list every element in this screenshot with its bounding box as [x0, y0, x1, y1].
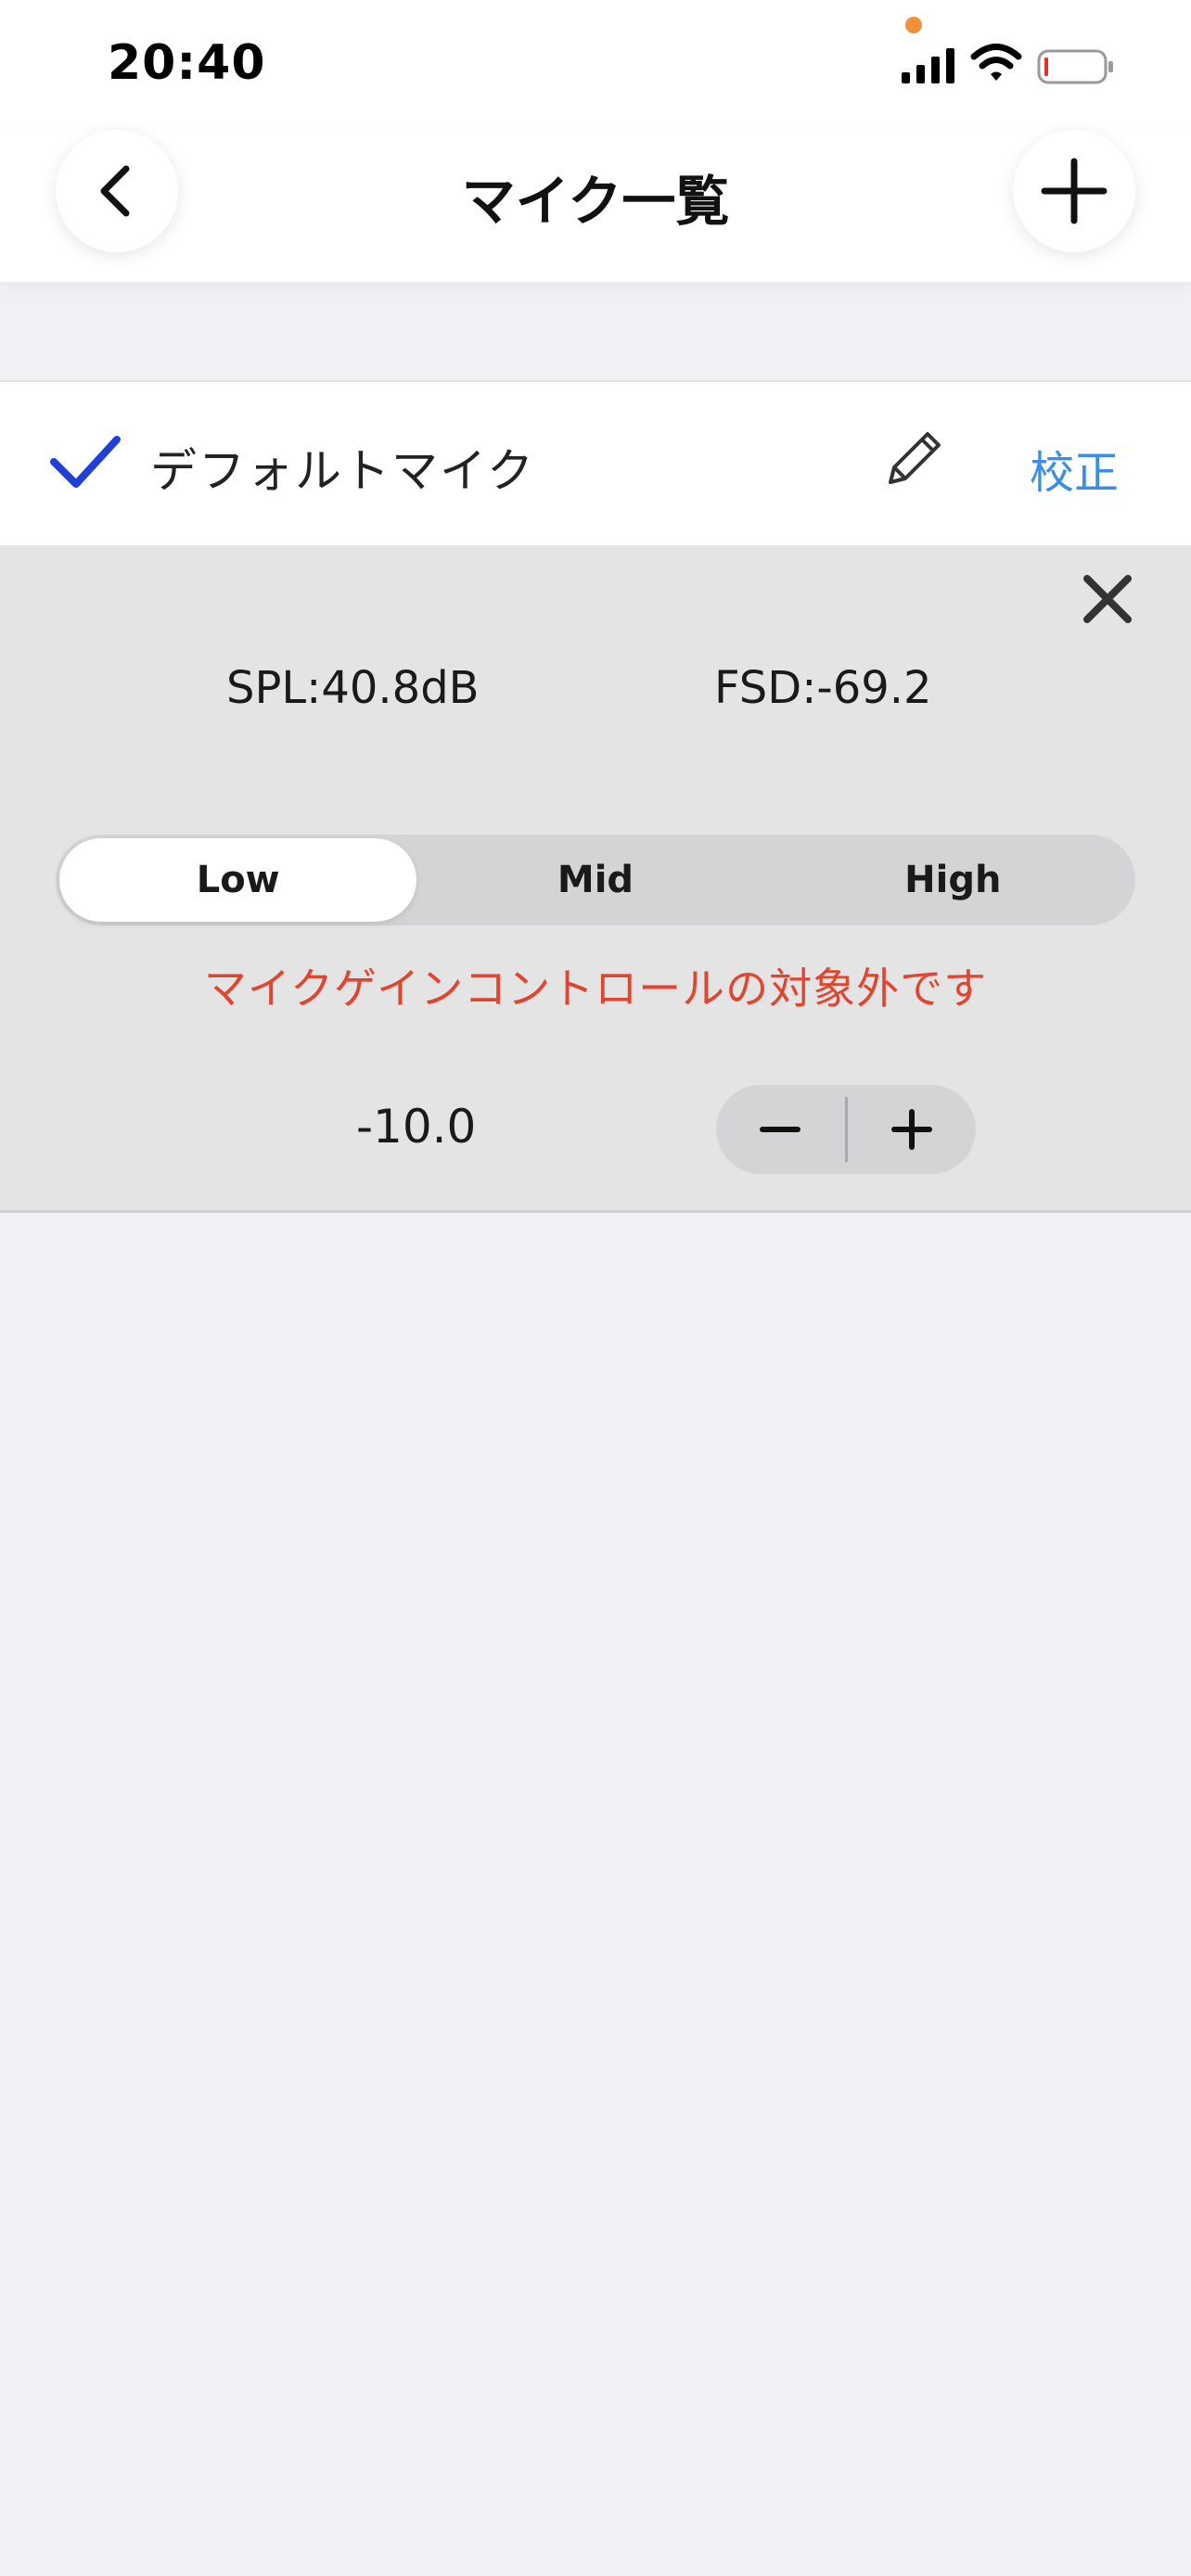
status-bar: 20:40	[0, 0, 1191, 130]
cellular-signal-icon	[902, 48, 954, 83]
calibrate-button[interactable]: 校正	[1030, 436, 1119, 501]
checkmark-icon	[50, 436, 121, 488]
mic-list-item[interactable]: デフォルトマイク 校正	[0, 380, 1191, 545]
gain-warning-message: マイクゲインコントロールの対象外です	[203, 963, 988, 1014]
minus-icon	[760, 1127, 801, 1132]
close-x-icon[interactable]	[1080, 571, 1135, 627]
mic-detail-panel: SPL:40.8dB FSD:-69.2 Low Mid High マイクゲイン…	[0, 545, 1191, 1213]
battery-low-icon	[1037, 49, 1113, 84]
gain-value: -10.0	[356, 1100, 477, 1154]
segment-mid[interactable]: Mid	[416, 838, 774, 922]
add-microphone-button[interactable]	[1013, 130, 1135, 252]
increment-button[interactable]	[848, 1085, 977, 1174]
gain-segmented-control: Low Mid High	[56, 835, 1135, 925]
status-time: 20:40	[108, 35, 266, 91]
spl-readout: SPL:40.8dB	[226, 662, 480, 714]
privacy-indicator-dot	[905, 17, 922, 33]
navigation-bar: マイク一覧	[0, 130, 1191, 282]
mic-name: デフォルトマイク	[150, 444, 535, 498]
pencil-icon[interactable]	[881, 425, 948, 491]
fsd-readout: FSD:-69.2	[714, 662, 932, 714]
plus-icon	[1041, 158, 1108, 224]
segment-high[interactable]: High	[775, 838, 1132, 922]
plus-icon	[890, 1109, 932, 1150]
gain-stepper	[716, 1085, 976, 1174]
wifi-icon	[970, 44, 1022, 81]
segment-low[interactable]: Low	[59, 838, 417, 922]
decrement-button[interactable]	[716, 1085, 845, 1174]
